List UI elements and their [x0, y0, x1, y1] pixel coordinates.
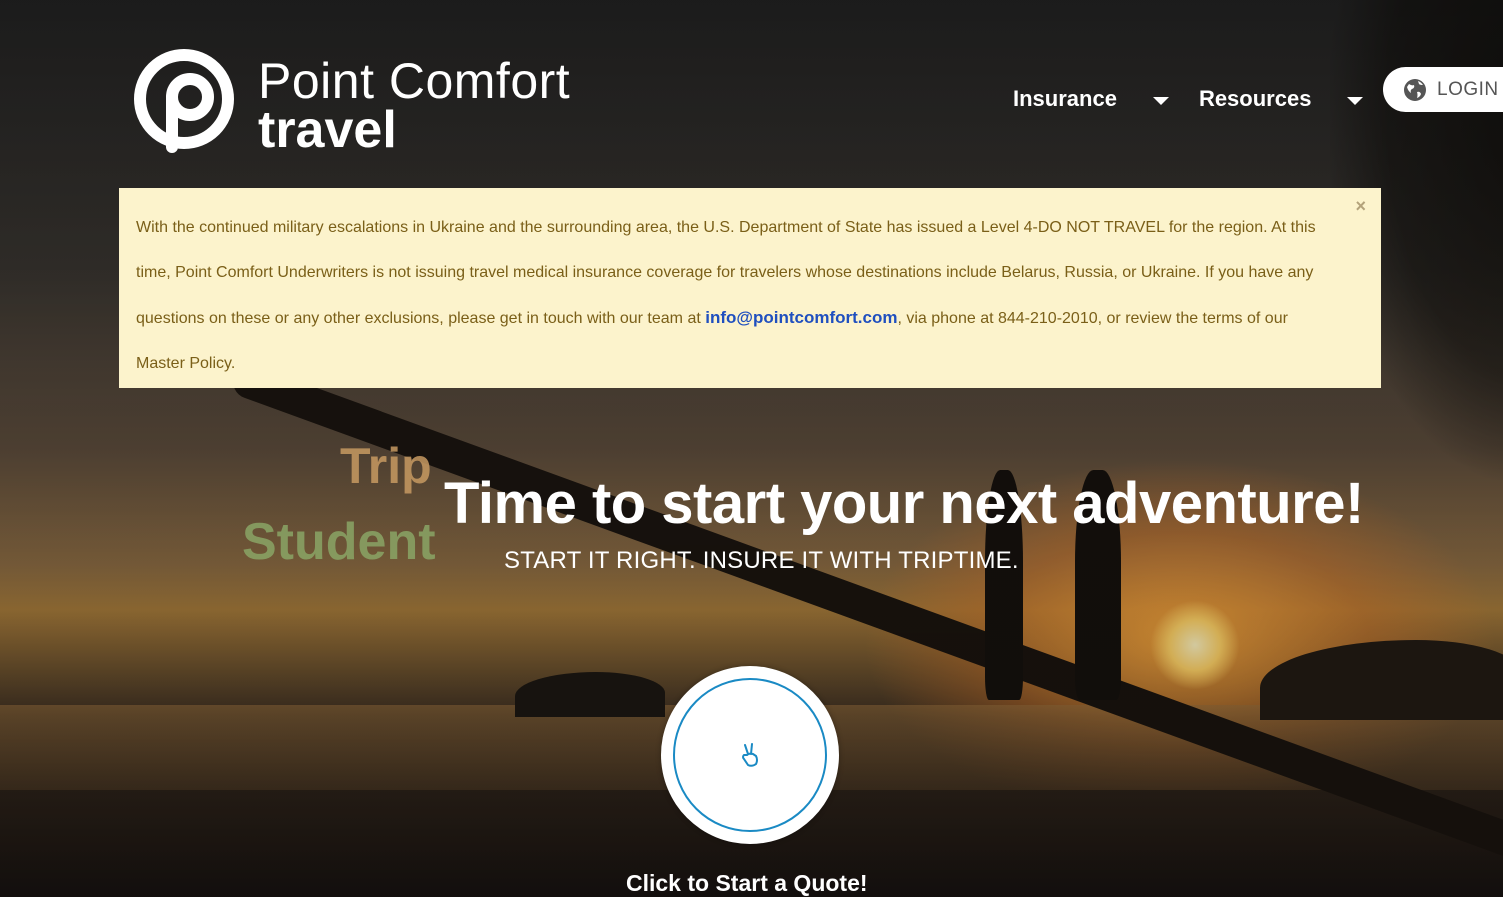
brand-logo[interactable]: Point Comfort travel: [130, 47, 570, 159]
nav-resources[interactable]: Resources: [1199, 86, 1364, 112]
nav-resources-label: Resources: [1198, 86, 1312, 111]
hero-subtitle: START IT RIGHT. INSURE IT WITH TRIPTIME.: [504, 547, 1019, 574]
start-quote-label[interactable]: Click to Start a Quote!: [626, 870, 868, 897]
ukraine-travel-alert: With the continued military escalations …: [119, 188, 1381, 388]
start-quote-button[interactable]: [661, 666, 839, 844]
nav-insurance[interactable]: Insurance: [1013, 86, 1169, 112]
caret-down-icon: [1347, 97, 1364, 105]
hero-title: Time to start your next adventure!: [444, 471, 1364, 536]
login-label: LOGIN: [1437, 78, 1499, 100]
login-button[interactable]: LOGIN: [1383, 67, 1503, 112]
nav-insurance-label: Insurance: [1013, 86, 1117, 111]
globe-icon: [1404, 78, 1426, 101]
close-icon[interactable]: ×: [1355, 196, 1366, 216]
email-link[interactable]: info@pointcomfort.com: [705, 308, 897, 327]
caret-down-icon: [1152, 97, 1169, 105]
point-comfort-logo-icon: [134, 49, 234, 153]
rotating-word-student: Student: [242, 513, 436, 571]
main-nav: Insurance Resources: [1013, 86, 1364, 112]
brand-name-line2: travel: [258, 101, 397, 159]
rotating-word-trip: Trip: [340, 438, 432, 494]
peace-hand-icon: [742, 743, 758, 767]
